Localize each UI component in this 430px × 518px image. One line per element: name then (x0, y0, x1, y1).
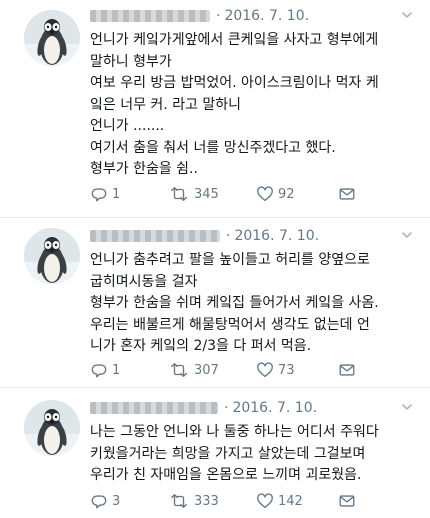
blurred-username[interactable] (90, 10, 210, 22)
tweet-actions: 3 333 142 (90, 491, 420, 511)
like-count: 92 (278, 186, 295, 202)
avatar[interactable] (24, 400, 80, 456)
tweet-line: 나는 그동안 언니와 나 둘중 하나는 어디서 주워다 (90, 424, 379, 440)
tweet-actions: 1 307 73 (90, 360, 420, 380)
tweet-line: 잌은 너무 커. 라고 말하니 (90, 96, 242, 113)
chevron-down-icon[interactable] (400, 228, 414, 242)
penguin-avatar-image (24, 10, 80, 66)
blurred-username[interactable] (90, 402, 218, 414)
heart-icon (256, 185, 274, 203)
tweet[interactable]: · 2016. 7. 10. 나는 그동안 언니와 나 둘중 하나는 어디서 주… (0, 388, 430, 518)
retweet-button[interactable]: 333 (168, 491, 219, 511)
retweet-icon (168, 361, 190, 379)
tweet-line: 형부가 한숨을 쉬며 케잌집 들어가서 케잌을 사옴. (90, 295, 379, 311)
heart-icon (256, 361, 274, 379)
avatar[interactable] (24, 228, 80, 284)
reply-count: 1 (112, 362, 121, 378)
reply-icon (90, 492, 108, 510)
tweet-line: 말하니 형부가 (90, 53, 172, 70)
tweet-line: 키웠을거라는 희망을 가지고 살았는데 그걸보며 (90, 445, 366, 462)
direct-message-button[interactable] (338, 360, 360, 380)
retweet-icon (168, 185, 190, 203)
tweet-text: 언니가 춤추려고 팔을 높이들고 허리를 양옆으로 굽히며시동을 걸자 형부가 … (90, 250, 420, 358)
tweet-line: 굽히며시동을 걸자 (90, 273, 198, 290)
tweet-line: 우리는 배불르게 해물탕먹어서 생각도 없는데 언 (90, 316, 370, 333)
direct-message-icon (338, 361, 356, 379)
tweet-line: 여기서 춤을 춰서 너를 망신주겠다고 했다. (90, 139, 336, 156)
direct-message-button[interactable] (338, 184, 360, 204)
reply-icon (90, 361, 108, 379)
tweet-header: · 2016. 7. 10. (90, 398, 317, 418)
retweet-button[interactable]: 345 (168, 184, 219, 204)
chevron-down-icon[interactable] (400, 400, 414, 414)
separator-dot: · (224, 400, 229, 416)
like-button[interactable]: 92 (256, 184, 295, 204)
separator-dot: · (216, 8, 221, 24)
tweet-line: 언니가 케잌가게앞에서 큰케잌을 사자고 형부에게 (90, 32, 379, 48)
penguin-avatar-image (24, 228, 80, 284)
tweet-date[interactable]: 2016. 7. 10. (232, 400, 317, 416)
heart-icon (256, 492, 274, 510)
retweet-count: 333 (194, 493, 219, 509)
tweet-text: 나는 그동안 언니와 나 둘중 하나는 어디서 주워다 키웠을거라는 희망을 가… (90, 422, 420, 487)
retweet-count: 345 (194, 186, 219, 202)
tweet-actions: 1 345 92 (90, 184, 420, 204)
tweet-text: 언니가 케잌가게앞에서 큰케잌을 사자고 형부에게 말하니 형부가 여보 우리 … (90, 30, 420, 181)
reply-icon (90, 185, 108, 203)
like-button[interactable]: 73 (256, 360, 295, 380)
tweet[interactable]: · 2016. 7. 10. 언니가 케잌가게앞에서 큰케잌을 사자고 형부에게… (0, 0, 430, 218)
reply-count: 3 (112, 493, 121, 509)
like-count: 142 (278, 493, 303, 509)
tweet-date[interactable]: 2016. 7. 10. (224, 8, 309, 24)
retweet-button[interactable]: 307 (168, 360, 219, 380)
tweet-line: 언니가 ....... (90, 118, 165, 134)
reply-button[interactable]: 3 (90, 491, 120, 511)
retweet-icon (168, 492, 190, 510)
tweet[interactable]: · 2016. 7. 10. 언니가 춤추려고 팔을 높이들고 허리를 양옆으로… (0, 218, 430, 388)
tweet-line: 형부가 한숨을 쉼.. (90, 161, 198, 177)
tweet-line: 니가 혼자 케잌의 2/3을 다 퍼서 먹음. (90, 338, 312, 354)
tweet-line: 언니가 춤추려고 팔을 높이들고 허리를 양옆으로 (90, 252, 370, 268)
direct-message-icon (338, 185, 356, 203)
chevron-down-icon[interactable] (400, 8, 414, 22)
tweet-date[interactable]: 2016. 7. 10. (234, 228, 319, 244)
tweet-header: · 2016. 7. 10. (90, 226, 319, 246)
like-count: 73 (278, 362, 295, 378)
tweet-line: 우리가 친 자매임을 온몸으로 느끼며 괴로웠음. (90, 467, 362, 483)
reply-count: 1 (112, 186, 121, 202)
blurred-username[interactable] (90, 230, 220, 242)
penguin-avatar-image (24, 400, 80, 456)
reply-button[interactable]: 1 (90, 184, 120, 204)
direct-message-button[interactable] (338, 491, 360, 511)
separator-dot: · (226, 228, 231, 244)
retweet-count: 307 (194, 362, 219, 378)
tweet-line: 여보 우리 방금 밥먹었어. 아이스크림이나 먹자 케 (90, 75, 379, 91)
reply-button[interactable]: 1 (90, 360, 120, 380)
avatar[interactable] (24, 10, 80, 66)
direct-message-icon (338, 492, 356, 510)
like-button[interactable]: 142 (256, 491, 303, 511)
tweet-header: · 2016. 7. 10. (90, 6, 309, 26)
